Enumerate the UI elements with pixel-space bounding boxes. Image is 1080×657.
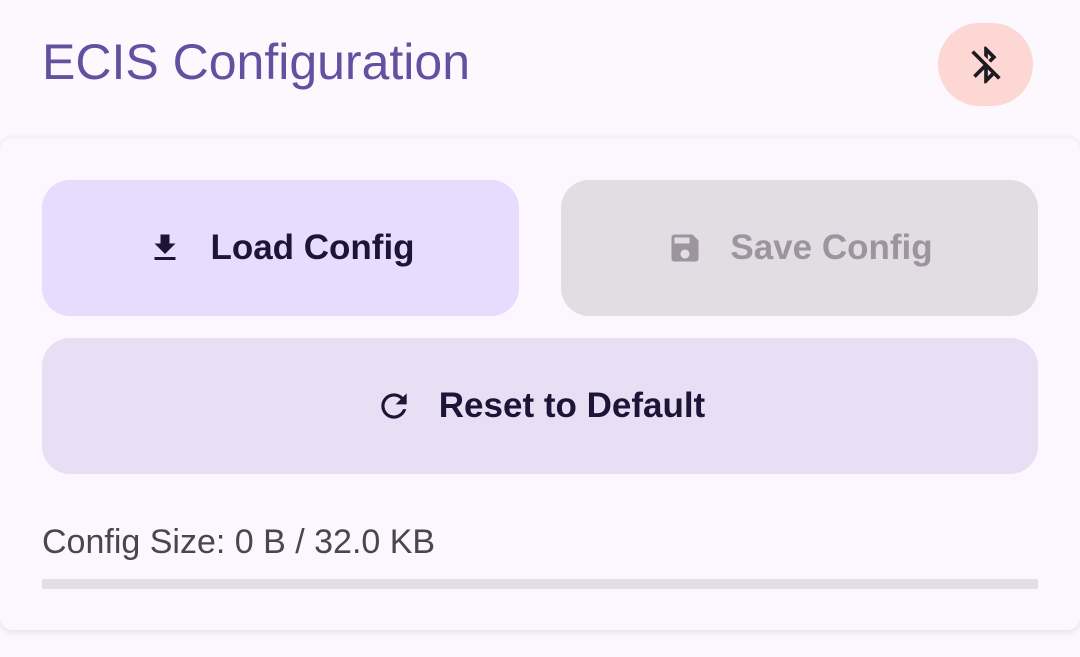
reset-to-default-label: Reset to Default: [438, 386, 706, 425]
app-bar: ECIS Configuration: [0, 0, 1080, 128]
save-config-button[interactable]: Save Config: [561, 180, 1038, 316]
config-size-text: Config Size: 0 B / 32.0 KB: [42, 523, 436, 561]
save-config-label: Save Config: [730, 228, 933, 267]
save-icon: [666, 229, 704, 267]
bluetooth-disabled-icon: [964, 43, 1008, 87]
download-icon: [146, 229, 184, 267]
reset-to-default-button[interactable]: Reset to Default: [42, 338, 1038, 474]
bluetooth-disconnect-button[interactable]: [938, 23, 1033, 106]
page-title: ECIS Configuration: [42, 34, 471, 90]
config-size-progress-bar: [42, 579, 1038, 589]
refresh-icon: [375, 387, 413, 425]
load-config-button[interactable]: Load Config: [42, 180, 519, 316]
load-config-label: Load Config: [210, 228, 415, 267]
